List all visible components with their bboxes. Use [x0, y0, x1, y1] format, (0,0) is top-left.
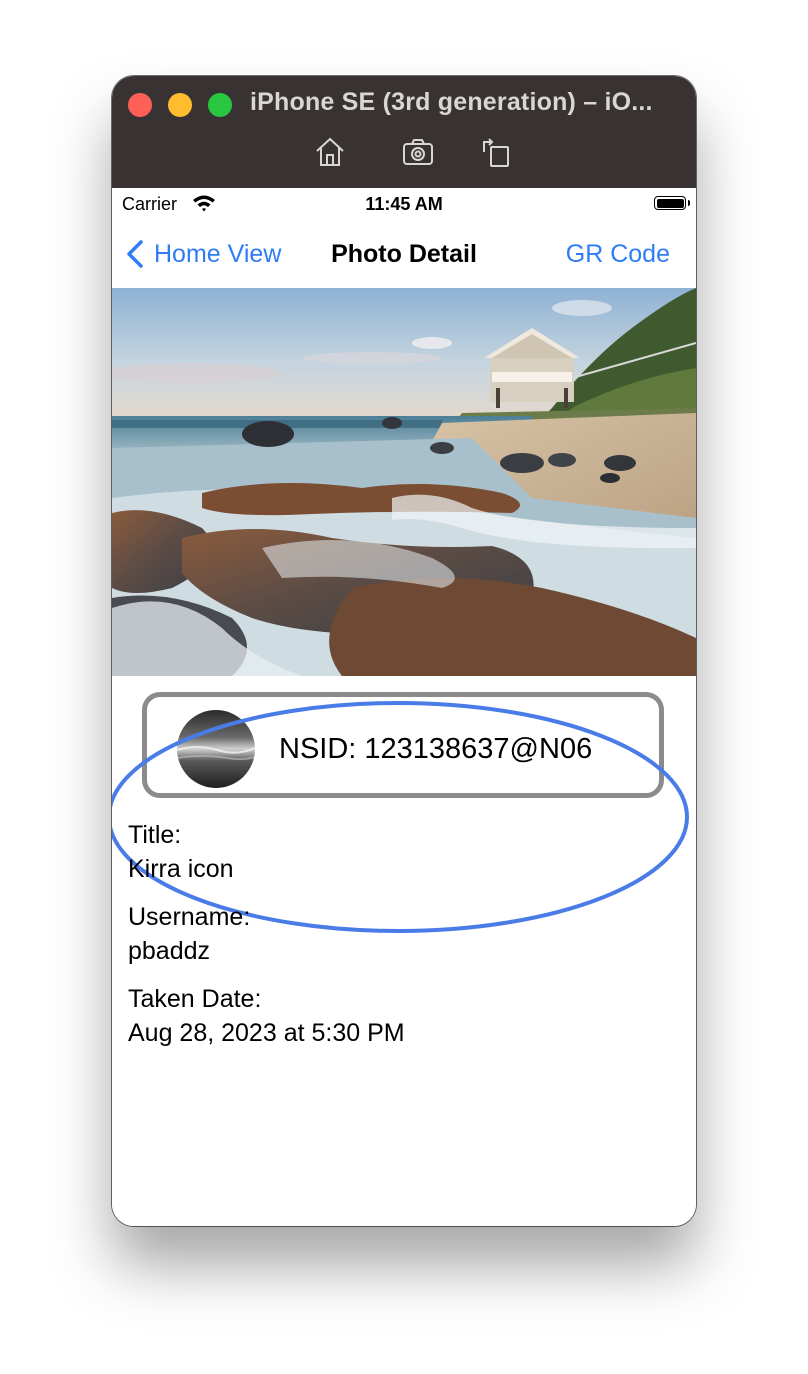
- title-field: Title: Kirra icon: [128, 818, 678, 886]
- taken-date-value: Aug 28, 2023 at 5:30 PM: [128, 1019, 405, 1047]
- status-bar: Carrier 11:45 AM: [112, 188, 696, 220]
- gr-code-button[interactable]: GR Code: [566, 240, 670, 269]
- device-screen: Carrier 11:45 AM Home View Photo Detail …: [112, 188, 696, 1226]
- username-field: Username: pbaddz: [128, 900, 678, 968]
- window-title: iPhone SE (3rd generation) – iO...: [250, 88, 653, 116]
- status-time: 11:45 AM: [365, 194, 443, 214]
- taken-date-label: Taken Date:: [128, 985, 262, 1013]
- owner-card[interactable]: NSID: 123138637@N06: [142, 692, 664, 798]
- back-button-label: Home View: [154, 239, 282, 268]
- navigation-bar: Home View Photo Detail GR Code: [112, 220, 696, 288]
- title-label: Title:: [128, 821, 182, 849]
- zoom-button[interactable]: [208, 93, 232, 117]
- close-button[interactable]: [128, 93, 152, 117]
- title-bar[interactable]: iPhone SE (3rd generation) – iO...: [112, 76, 696, 188]
- screenshot-icon[interactable]: [400, 134, 436, 170]
- simulator-window: iPhone SE (3rd generation) – iO... Carri…: [112, 76, 696, 1226]
- username-value: pbaddz: [128, 937, 211, 965]
- title-value: Kirra icon: [128, 855, 234, 883]
- back-button[interactable]: Home View: [124, 234, 281, 274]
- minimize-button[interactable]: [168, 93, 192, 117]
- taken-date-field: Taken Date: Aug 28, 2023 at 5:30 PM: [128, 982, 678, 1050]
- avatar: [177, 710, 255, 788]
- photo-image: [112, 288, 696, 676]
- owner-nsid: NSID: 123138637@N06: [279, 733, 593, 765]
- rotate-icon[interactable]: [478, 134, 514, 170]
- photo-details: Title: Kirra icon Username: pbaddz Taken…: [128, 818, 678, 1064]
- battery-icon: [654, 196, 686, 210]
- chevron-left-icon: [127, 240, 143, 268]
- username-label: Username:: [128, 903, 251, 931]
- home-icon[interactable]: [312, 134, 348, 170]
